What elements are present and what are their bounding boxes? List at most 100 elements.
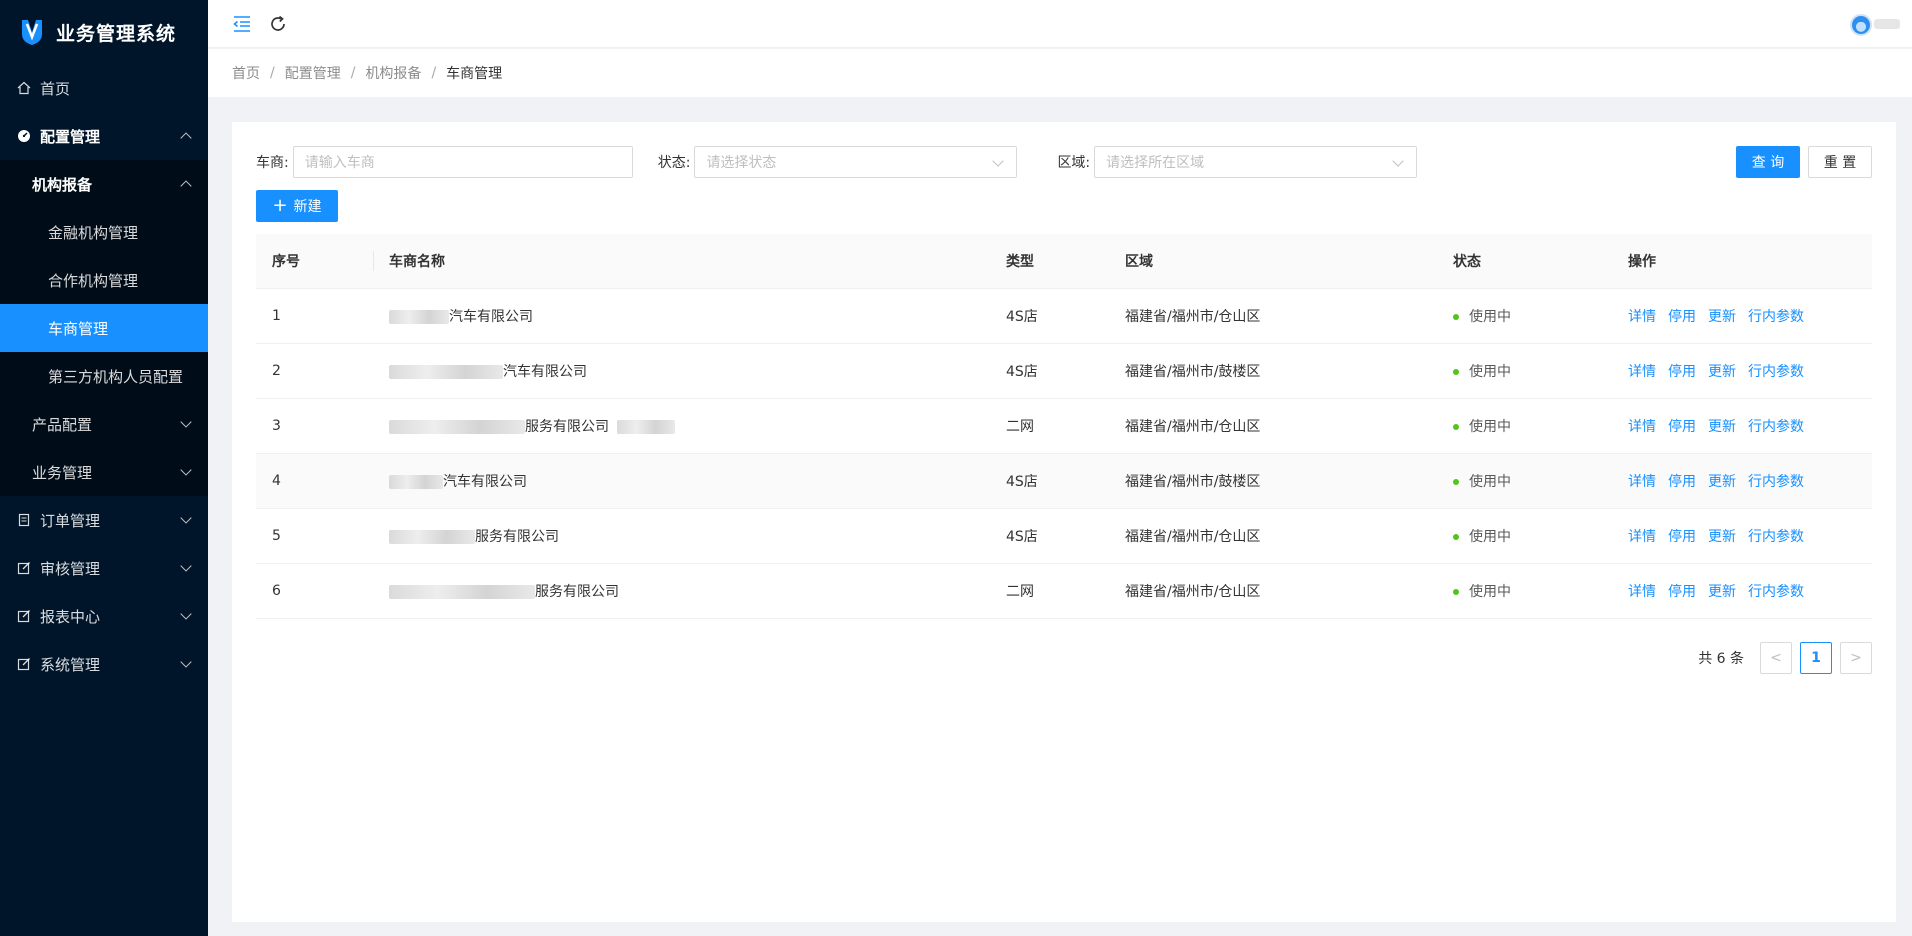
detail-link[interactable]: 详情 (1628, 474, 1656, 490)
dealer-type: 4S店 (1006, 364, 1038, 380)
status-dot-icon (1453, 534, 1459, 540)
edit-icon (16, 560, 32, 576)
inline-params-link[interactable]: 行内参数 (1748, 419, 1804, 435)
menu-system-label: 系统管理 (40, 655, 101, 674)
detail-link[interactable]: 详情 (1628, 419, 1656, 435)
dealer-type: 4S店 (1006, 309, 1038, 325)
disable-link[interactable]: 停用 (1668, 474, 1696, 490)
menu-product-config[interactable]: 产品配置 (0, 400, 208, 448)
prev-page-button[interactable]: < (1760, 642, 1792, 674)
dealer-type: 二网 (1006, 419, 1034, 435)
home-icon (16, 80, 32, 96)
menu-order[interactable]: 订单管理 (0, 496, 208, 544)
breadcrumb-config[interactable]: 配置管理 (285, 63, 341, 83)
update-link[interactable]: 更新 (1708, 529, 1736, 545)
disable-link[interactable]: 停用 (1668, 419, 1696, 435)
menu-system[interactable]: 系统管理 (0, 640, 208, 688)
disable-link[interactable]: 停用 (1668, 309, 1696, 325)
menu-item-label: 第三方机构人员配置 (48, 367, 184, 386)
update-link[interactable]: 更新 (1708, 419, 1736, 435)
disable-link[interactable]: 停用 (1668, 584, 1696, 600)
table-header: 序号 车商名称 类型 区域 状态 操作 (256, 234, 1872, 289)
redacted-text (389, 585, 535, 599)
update-link[interactable]: 更新 (1708, 474, 1736, 490)
chevron-down-icon (180, 416, 192, 428)
status-label: 状态: (657, 155, 691, 171)
table-row: 6 服务有限公司 二网 福建省/福州市/仓山区 使用中 详情 停用 更新 行内参数 (256, 564, 1872, 619)
menu-dealer-management[interactable]: 车商管理 (0, 304, 208, 352)
column-header-type: 类型 (1006, 254, 1034, 270)
reset-button[interactable]: 重 置 (1808, 146, 1872, 178)
detail-link[interactable]: 详情 (1628, 309, 1656, 325)
redacted-text (389, 475, 443, 489)
status-badge: 使用中 (1437, 306, 1612, 326)
menu-report-label: 报表中心 (40, 607, 101, 626)
menu-config-label: 配置管理 (40, 127, 101, 146)
query-button[interactable]: 查 询 (1736, 146, 1800, 178)
top-header (208, 0, 1912, 48)
update-link[interactable]: 更新 (1708, 364, 1736, 380)
refresh-icon[interactable] (268, 14, 288, 34)
row-actions: 详情 停用 更新 行内参数 (1612, 471, 1872, 491)
status-dot-icon (1453, 589, 1459, 595)
row-index: 3 (272, 418, 281, 434)
inline-params-link[interactable]: 行内参数 (1748, 364, 1804, 380)
sidebar: 业务管理系统 首页 配置管理 机构报备 金融机构管理 合作机构管理 车商管理 第… (0, 0, 208, 936)
menu-business[interactable]: 业务管理 (0, 448, 208, 496)
page-1-button[interactable]: 1 (1800, 642, 1832, 674)
update-link[interactable]: 更新 (1708, 309, 1736, 325)
inline-params-link[interactable]: 行内参数 (1748, 309, 1804, 325)
menu-audit[interactable]: 审核管理 (0, 544, 208, 592)
status-select[interactable]: 请选择状态 (694, 146, 1018, 178)
dealer-search-input[interactable]: 请输入车商 (292, 146, 633, 178)
order-icon (16, 512, 32, 528)
dealer-name: 汽车有限公司 (373, 471, 990, 491)
menu-item-label: 车商管理 (48, 319, 109, 338)
chevron-up-icon (180, 180, 192, 192)
menu-third-party-staff[interactable]: 第三方机构人员配置 (0, 352, 208, 400)
dealer-placeholder: 请输入车商 (304, 155, 375, 171)
region-select[interactable]: 请选择所在区域 (1094, 146, 1418, 178)
dealer-region: 福建省/福州市/仓山区 (1125, 419, 1261, 435)
disable-link[interactable]: 停用 (1668, 529, 1696, 545)
menu-agency[interactable]: 机构报备 (0, 160, 208, 208)
menu-financial-institution[interactable]: 金融机构管理 (0, 208, 208, 256)
dealer-region: 福建省/福州市/仓山区 (1125, 309, 1261, 325)
chevron-down-icon (1392, 155, 1404, 167)
row-actions: 详情 停用 更新 行内参数 (1612, 526, 1872, 546)
breadcrumb-agency[interactable]: 机构报备 (365, 63, 421, 83)
breadcrumb-home[interactable]: 首页 (232, 63, 260, 83)
detail-link[interactable]: 详情 (1628, 529, 1656, 545)
redacted-text (617, 420, 675, 434)
column-header-actions: 操作 (1628, 254, 1656, 270)
disable-link[interactable]: 停用 (1668, 364, 1696, 380)
user-name-redacted[interactable] (1874, 19, 1900, 29)
dealer-type: 4S店 (1006, 474, 1038, 490)
menu-config[interactable]: 配置管理 (0, 112, 208, 160)
detail-link[interactable]: 详情 (1628, 364, 1656, 380)
menu-agency-label: 机构报备 (32, 175, 93, 194)
new-dealer-button[interactable]: + 新建 (256, 190, 338, 222)
config-submenu: 机构报备 金融机构管理 合作机构管理 车商管理 第三方机构人员配置 产品配置 业… (0, 160, 208, 496)
inline-params-link[interactable]: 行内参数 (1748, 584, 1804, 600)
collapse-menu-icon[interactable] (232, 14, 252, 34)
avatar[interactable] (1850, 14, 1872, 36)
chevron-down-icon (180, 656, 192, 668)
inline-params-link[interactable]: 行内参数 (1748, 474, 1804, 490)
app-title: 业务管理系统 (56, 22, 177, 45)
row-actions: 详情 停用 更新 行内参数 (1612, 581, 1872, 601)
pagination-total: 共 6 条 (1698, 651, 1744, 667)
status-badge: 使用中 (1437, 581, 1612, 601)
menu-home[interactable]: 首页 (0, 64, 208, 112)
dealer-type: 4S店 (1006, 529, 1038, 545)
menu-report[interactable]: 报表中心 (0, 592, 208, 640)
menu-partner-institution[interactable]: 合作机构管理 (0, 256, 208, 304)
update-link[interactable]: 更新 (1708, 584, 1736, 600)
dealer-table: 序号 车商名称 类型 区域 状态 操作 1 汽车有限公司 4S店 福建省/福州市… (256, 234, 1872, 619)
next-page-button[interactable]: > (1840, 642, 1872, 674)
detail-link[interactable]: 详情 (1628, 584, 1656, 600)
table-row: 1 汽车有限公司 4S店 福建省/福州市/仓山区 使用中 详情 停用 更新 行内参数 (256, 289, 1872, 344)
inline-params-link[interactable]: 行内参数 (1748, 529, 1804, 545)
breadcrumb-separator: / (270, 65, 275, 81)
menu-business-label: 业务管理 (32, 463, 93, 482)
